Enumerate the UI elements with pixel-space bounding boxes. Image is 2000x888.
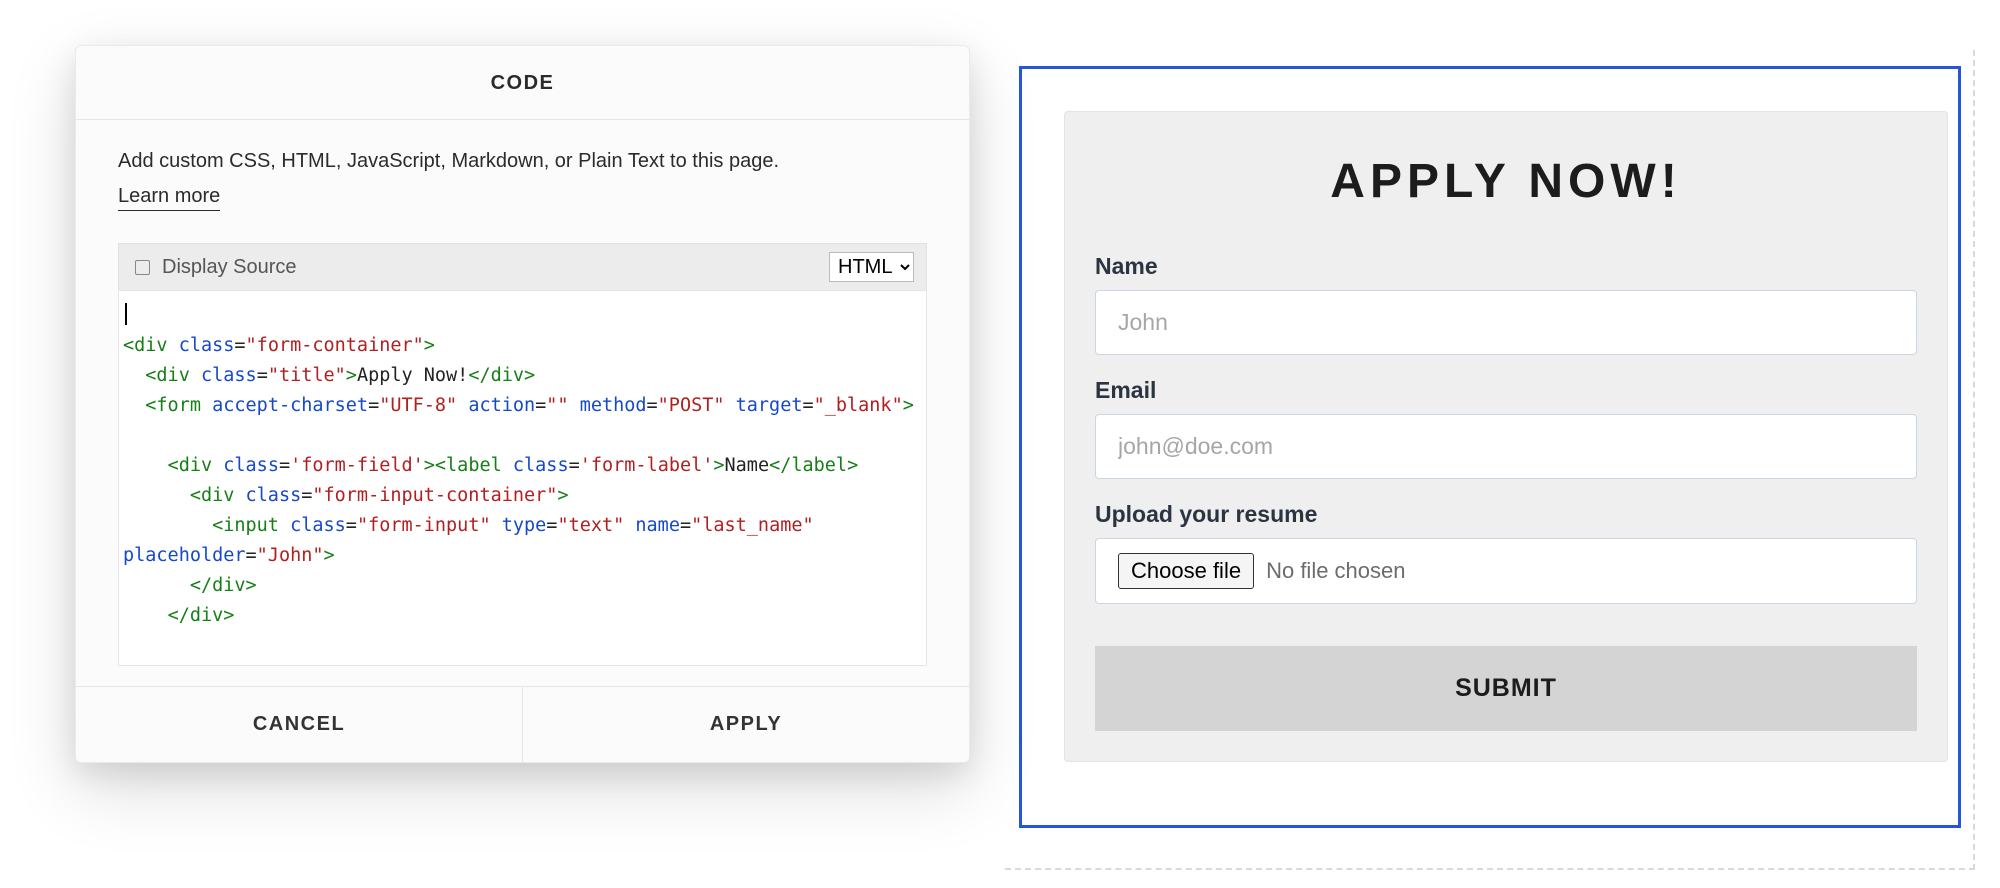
cancel-button[interactable]: CANCEL xyxy=(76,687,523,762)
upload-field: Upload your resume Choose file No file c… xyxy=(1095,501,1917,604)
dialog-title: CODE xyxy=(76,46,969,120)
dialog-footer: CANCEL APPLY xyxy=(76,686,969,762)
editor-toolbar: Display Source HTML xyxy=(118,243,927,290)
apply-button[interactable]: APPLY xyxy=(523,687,969,762)
code-editor[interactable]: <div class="form-container"> <div class=… xyxy=(118,290,927,666)
email-field: Email xyxy=(1095,377,1917,479)
form-title: APPLY NOW! xyxy=(1095,154,1917,209)
learn-more-link[interactable]: Learn more xyxy=(118,185,220,211)
upload-label: Upload your resume xyxy=(1095,501,1917,528)
display-source-label: Display Source xyxy=(162,256,297,279)
email-input[interactable] xyxy=(1095,414,1917,479)
display-source-checkbox-icon[interactable] xyxy=(135,260,150,275)
name-label: Name xyxy=(1095,253,1917,280)
selection-outline: APPLY NOW! Name Email Upload your resume… xyxy=(1019,66,1961,828)
dialog-body: Add custom CSS, HTML, JavaScript, Markdo… xyxy=(76,120,969,686)
form-container: APPLY NOW! Name Email Upload your resume… xyxy=(1064,111,1948,762)
choose-file-button[interactable]: Choose file xyxy=(1118,553,1254,589)
language-select[interactable]: HTML xyxy=(829,252,914,282)
name-input[interactable] xyxy=(1095,290,1917,355)
preview-pane: APPLY NOW! Name Email Upload your resume… xyxy=(1005,50,1975,870)
file-input-row: Choose file No file chosen xyxy=(1095,538,1917,604)
name-field: Name xyxy=(1095,253,1917,355)
submit-button[interactable]: SUBMIT xyxy=(1095,646,1917,731)
dialog-description: Add custom CSS, HTML, JavaScript, Markdo… xyxy=(118,150,927,173)
code-dialog: CODE Add custom CSS, HTML, JavaScript, M… xyxy=(75,45,970,763)
file-status-text: No file chosen xyxy=(1266,558,1405,584)
email-label: Email xyxy=(1095,377,1917,404)
